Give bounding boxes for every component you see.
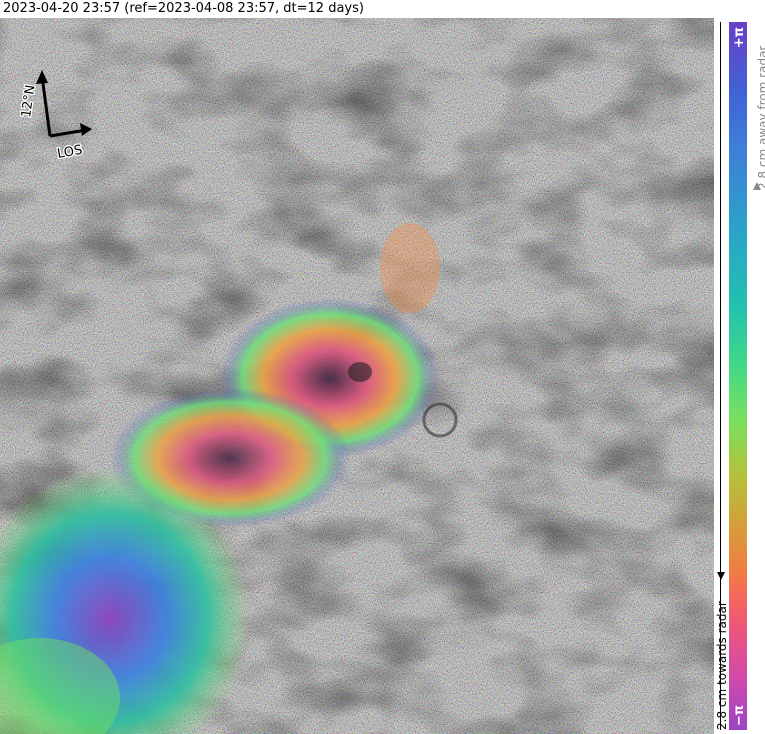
image-title: 2023-04-20 23:57 (ref=2023-04-08 23:57, … [3, 1, 364, 16]
colorbar-min-label: −π [732, 704, 748, 727]
north-los-compass: 12°N LOS [20, 70, 92, 163]
away-from-radar-label: 2.8 cm away from radar [756, 45, 765, 190]
colorbar-max-label: +π [732, 26, 748, 49]
interferogram-raster [0, 18, 714, 734]
towards-radar-label: 2.8 cm towards radar [715, 601, 729, 730]
compass-los-label: LOS [56, 143, 83, 162]
compass-north-label: 12°N [20, 84, 39, 119]
interferogram-map: 12°N LOS [0, 18, 714, 734]
towards-arrow-icon [717, 572, 725, 580]
phase-colorbar [729, 22, 747, 730]
